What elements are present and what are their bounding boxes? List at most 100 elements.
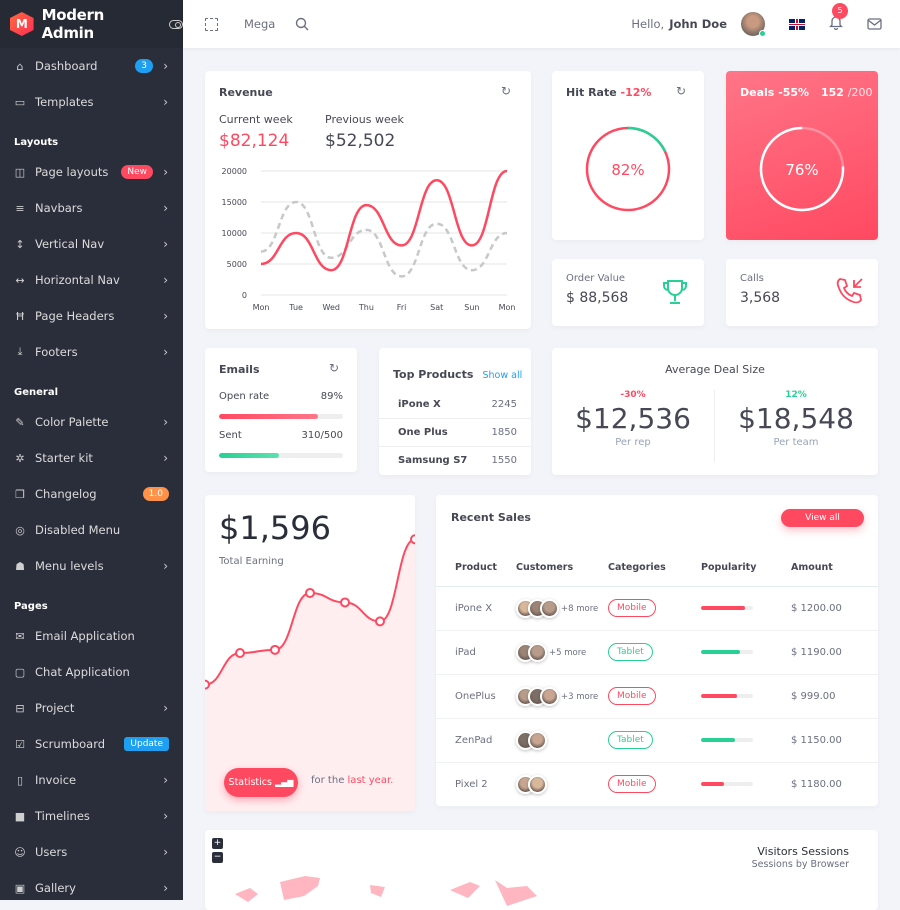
sidebar-toggle-icon[interactable]: [169, 20, 183, 29]
vertical-arrows-icon: ↕: [13, 238, 27, 251]
sidebar-item-vertical-nav[interactable]: ↕Vertical Nav›: [0, 226, 183, 262]
team-label: Per team: [714, 437, 878, 448]
sidebar-item-color-palette[interactable]: ✎Color Palette›: [0, 404, 183, 440]
view-all-button[interactable]: View all: [781, 509, 864, 527]
category-cell: Mobile: [608, 674, 701, 718]
popularity-bar: [701, 650, 753, 654]
x-tick-label: Mon: [253, 303, 270, 312]
sidebar-item-label: Project: [35, 701, 74, 715]
amount-cell: $ 999.00: [791, 674, 878, 718]
deals-value: 76%: [726, 161, 878, 179]
sidebar-item-chat-application[interactable]: ▢Chat Application: [0, 654, 183, 690]
notifications-button[interactable]: 5: [829, 15, 843, 34]
table-row[interactable]: iPone X +8 more Mobile $ 1200.00: [436, 586, 878, 630]
chevron-right-icon: ›: [163, 701, 168, 715]
sidebar-item-horizontal-nav[interactable]: ↔Horizontal Nav›: [0, 262, 183, 298]
chevron-right-icon: ›: [163, 559, 168, 573]
brand-name: Modern Admin: [42, 6, 160, 42]
sidebar-item-menu-levels[interactable]: ☗Menu levels›: [0, 548, 183, 584]
table-row[interactable]: Pixel 2 Mobile $ 1180.00: [436, 762, 878, 806]
x-tick-label: Mon: [499, 303, 516, 312]
sidebar-item-label: Color Palette: [35, 415, 109, 429]
uk-flag-icon[interactable]: [789, 19, 805, 30]
y-tick-label: 5000: [227, 260, 247, 269]
sidebar-item-templates[interactable]: ▭Templates›: [0, 84, 183, 120]
sidebar-item-label: Email Application: [35, 629, 135, 643]
earning-point: [376, 617, 384, 625]
sidebar-item-disabled-menu[interactable]: ◎Disabled Menu: [0, 512, 183, 548]
sidebar-item-label: Users: [35, 845, 67, 859]
search-icon[interactable]: [295, 17, 309, 31]
sidebar-badge: 1.0: [143, 487, 169, 501]
sidebar-item-label: Page Headers: [35, 309, 114, 323]
customers-cell: +3 more: [516, 674, 608, 718]
sidebar-item-email-application[interactable]: ✉Email Application: [0, 618, 183, 654]
earning-value: $1,596: [219, 509, 331, 547]
sidebar-item-users[interactable]: ☺Users›: [0, 834, 183, 870]
sidebar-item-project[interactable]: ⊟Project›: [0, 690, 183, 726]
chevron-right-icon: ›: [163, 237, 168, 251]
clipboard-icon: ▯: [13, 774, 27, 787]
column-header: Product: [436, 550, 516, 586]
sidebar-item-changelog[interactable]: ❐Changelog1.0: [0, 476, 183, 512]
sidebar-item-dashboard[interactable]: ⌂Dashboard3›: [0, 48, 183, 84]
popularity-cell: [701, 630, 791, 674]
popularity-bar: [701, 694, 753, 698]
rep-change: -30%: [552, 390, 714, 400]
customers-cell: [516, 718, 608, 762]
android-icon: ☗: [13, 560, 27, 573]
top-product-row[interactable]: Samsung S71550: [379, 446, 531, 474]
customer-avatar[interactable]: [540, 599, 559, 618]
sidebar-item-label: Footers: [35, 345, 78, 359]
refresh-icon[interactable]: ↻: [329, 361, 339, 375]
deals-card: Deals -55% 152 /200 76%: [726, 71, 878, 240]
sidebar-badge: New: [121, 165, 153, 179]
top-product-row[interactable]: iPone X 2245: [379, 390, 531, 418]
sidebar-item-label: Changelog: [35, 487, 97, 501]
sidebar-item-timelines[interactable]: ■Timelines›: [0, 798, 183, 834]
sidebar-item-navbars[interactable]: ≡Navbars›: [0, 190, 183, 226]
hit-rate-card: Hit Rate -12% ↻ 82%: [552, 71, 704, 240]
mega-menu-link[interactable]: Mega: [244, 17, 275, 31]
sidebar-item-invoice[interactable]: ▯Invoice›: [0, 762, 183, 798]
x-tick-label: Wed: [323, 303, 340, 312]
fullscreen-icon[interactable]: [205, 18, 218, 31]
customer-avatar[interactable]: [528, 775, 547, 794]
customer-avatar[interactable]: [540, 687, 559, 706]
sidebar-item-footers[interactable]: ⤓Footers›: [0, 334, 183, 370]
top-product-row[interactable]: One Plus1850: [379, 418, 531, 446]
team-change: 12%: [714, 390, 878, 400]
earning-period: last year.: [348, 775, 394, 786]
chevron-right-icon: ›: [163, 59, 168, 73]
sidebar-item-scrumboard[interactable]: ☑ScrumboardUpdate: [0, 726, 183, 762]
sent-bar: [219, 453, 343, 458]
product-cell: OnePlus: [436, 674, 516, 718]
chevron-right-icon: ›: [163, 273, 168, 287]
user-icon: ☺: [13, 846, 27, 859]
table-row[interactable]: OnePlus +3 more Mobile $ 999.00: [436, 674, 878, 718]
product-value: 2245: [492, 399, 517, 410]
brand[interactable]: M Modern Admin: [0, 0, 183, 48]
columns-icon: ◫: [13, 166, 27, 179]
product-name: iPone X: [398, 399, 441, 410]
category-cell: Tablet: [608, 630, 701, 674]
table-row[interactable]: ZenPad Tablet $ 1150.00: [436, 718, 878, 762]
sidebar-item-starter-kit[interactable]: ✲Starter kit›: [0, 440, 183, 476]
statistics-button[interactable]: Statistics▂▄▆: [224, 768, 298, 797]
user-avatar[interactable]: [741, 12, 765, 36]
customer-avatar[interactable]: [528, 643, 547, 662]
show-all-link[interactable]: Show all: [482, 370, 522, 381]
table-row[interactable]: iPad +5 more Tablet $ 1190.00: [436, 630, 878, 674]
x-tick-label: Tue: [288, 303, 303, 312]
mail-icon[interactable]: [867, 18, 882, 30]
world-map: [205, 830, 878, 910]
greeting: Hello,: [631, 17, 664, 31]
sidebar-item-gallery[interactable]: ▣Gallery›: [0, 870, 183, 900]
user-name[interactable]: John Doe: [669, 17, 727, 31]
sidebar-item-label: Invoice: [35, 773, 76, 787]
sidebar-item-page-headers[interactable]: ĦPage Headers›: [0, 298, 183, 334]
sidebar-item-page-layouts[interactable]: ◫Page layoutsNew›: [0, 154, 183, 190]
customer-avatar[interactable]: [528, 731, 547, 750]
order-value-card: Order Value $ 88,568: [552, 259, 704, 326]
rep-label: Per rep: [552, 437, 714, 448]
